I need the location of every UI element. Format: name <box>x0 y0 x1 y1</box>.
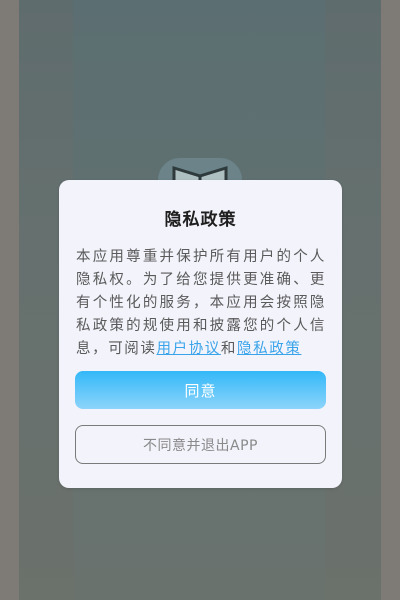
user-agreement-link[interactable]: 用户协议 <box>157 341 221 357</box>
disagree-exit-button[interactable]: 不同意并退出APP <box>75 425 326 464</box>
dialog-title: 隐私政策 <box>164 210 237 230</box>
conjunction-text: 和 <box>220 341 238 357</box>
dialog-body: 本应用尊重并保护所有用户的个人隐私权。为了给您提供更准确、更有个性化的服务，本应… <box>76 246 326 361</box>
agree-button[interactable]: 同意 <box>75 371 326 409</box>
screen: 隐私政策 本应用尊重并保护所有用户的个人隐私权。为了给您提供更准确、更有个性化的… <box>0 0 400 600</box>
privacy-policy-link[interactable]: 隐私政策 <box>237 341 301 357</box>
privacy-policy-dialog: 隐私政策 本应用尊重并保护所有用户的个人隐私权。为了给您提供更准确、更有个性化的… <box>59 180 342 488</box>
